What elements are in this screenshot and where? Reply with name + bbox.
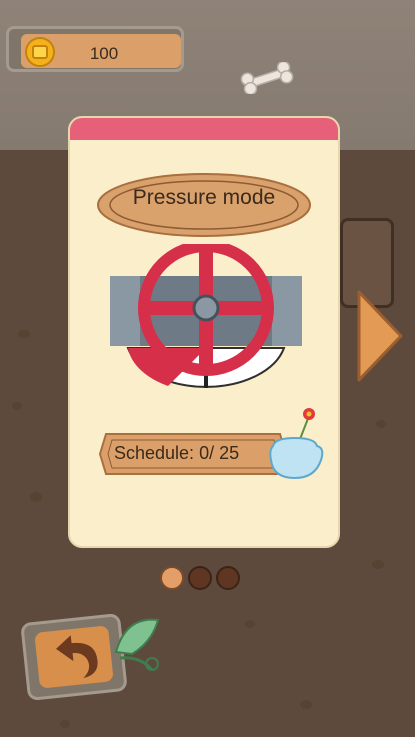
schedule-label: Schedule:: [114, 443, 195, 463]
flower-vase-icon: [269, 408, 324, 480]
page-dot[interactable]: [216, 566, 240, 590]
pebble: [30, 492, 42, 502]
pebble: [18, 330, 30, 338]
pebble: [12, 402, 22, 410]
coin-value: 100: [89, 44, 119, 63]
coin-counter: 100: [6, 26, 184, 72]
schedule-value: 0/ 25: [199, 443, 240, 463]
leaf-decoration-icon: [114, 618, 160, 672]
valve-wheel-icon[interactable]: [108, 244, 304, 404]
bone-icon: [240, 62, 294, 94]
back-arrow-icon: [56, 635, 98, 679]
pebble: [376, 420, 386, 428]
pebble: [245, 620, 255, 628]
coin-icon: [25, 37, 55, 67]
page-dot[interactable]: [188, 566, 212, 590]
card-header: [70, 118, 338, 140]
back-button-plank: [34, 625, 114, 689]
pebble: [60, 720, 70, 728]
pebble: [372, 560, 384, 569]
next-page-arrow-icon[interactable]: [355, 290, 405, 382]
mode-title: Pressure mode: [132, 186, 276, 209]
schedule-progress: Schedule: 0/ 25: [114, 443, 239, 464]
pebble: [300, 700, 312, 709]
page-dot-active[interactable]: [160, 566, 184, 590]
